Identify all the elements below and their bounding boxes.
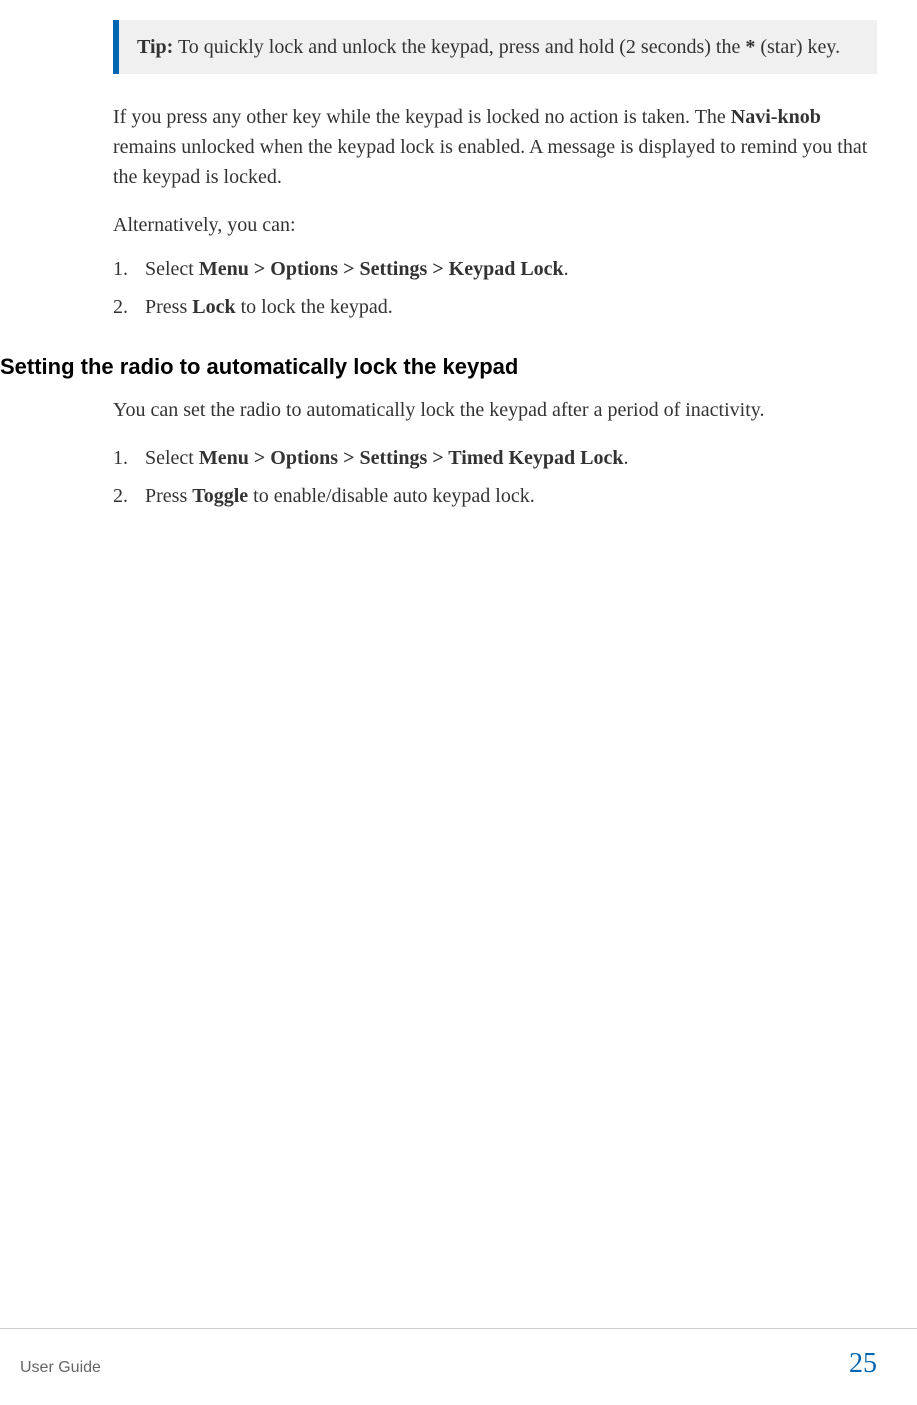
step-prefix: Select xyxy=(145,447,199,469)
step-menu-path: Menu > Options > Settings > Timed Keypad… xyxy=(199,447,624,469)
para1-part1: If you press any other key while the key… xyxy=(113,106,731,128)
list-item: Select Menu > Options > Settings > Keypa… xyxy=(113,254,877,284)
steps-timed-keypad-lock: Select Menu > Options > Settings > Timed… xyxy=(113,443,877,511)
step-suffix: . xyxy=(564,258,569,280)
alternatively-intro: Alternatively, you can: xyxy=(113,210,877,240)
page-content: Tip: To quickly lock and unlock the keyp… xyxy=(0,0,917,511)
steps-keypad-lock: Select Menu > Options > Settings > Keypa… xyxy=(113,254,877,322)
para1-part2: remains unlocked when the keypad lock is… xyxy=(113,136,867,188)
tip-label: Tip: xyxy=(137,36,173,58)
step-prefix: Press xyxy=(145,296,192,318)
page-footer: User Guide 25 xyxy=(0,1328,917,1385)
step-prefix: Press xyxy=(145,485,192,507)
step-prefix: Select xyxy=(145,258,199,280)
tip-star: * xyxy=(745,36,755,58)
footer-page-number: 25 xyxy=(849,1343,877,1385)
footer-doc-title: User Guide xyxy=(20,1356,101,1380)
paragraph-auto-lock: You can set the radio to automatically l… xyxy=(113,395,877,425)
list-item: Press Toggle to enable/disable auto keyp… xyxy=(113,481,877,511)
para1-naviknob: Navi-knob xyxy=(731,106,821,128)
step-menu-path: Menu > Options > Settings > Keypad Lock xyxy=(199,258,564,280)
step-suffix: . xyxy=(624,447,629,469)
step-suffix: to lock the keypad. xyxy=(236,296,393,318)
tip-text-1: To quickly lock and unlock the keypad, p… xyxy=(173,36,745,58)
tip-callout: Tip: To quickly lock and unlock the keyp… xyxy=(113,20,877,74)
tip-text-2: (star) key. xyxy=(755,36,840,58)
step-action: Toggle xyxy=(192,485,248,507)
list-item: Press Lock to lock the keypad. xyxy=(113,292,877,322)
list-item: Select Menu > Options > Settings > Timed… xyxy=(113,443,877,473)
paragraph-locked-behavior: If you press any other key while the key… xyxy=(113,102,877,192)
step-suffix: to enable/disable auto keypad lock. xyxy=(248,485,535,507)
heading-auto-lock: Setting the radio to automatically lock … xyxy=(0,350,877,383)
step-action: Lock xyxy=(192,296,235,318)
